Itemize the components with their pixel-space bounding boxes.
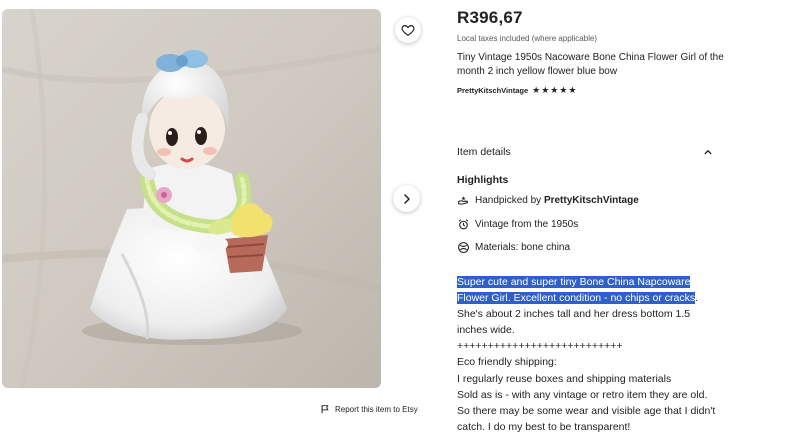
- shop-name-link[interactable]: PrettyKitschVintage: [457, 86, 528, 95]
- chevron-right-icon: [403, 193, 410, 204]
- chevron-up-icon: [704, 150, 712, 155]
- handpicked-hand-icon: [458, 196, 468, 205]
- description-line: I regularly reuse boxes and shipping mat…: [457, 372, 672, 385]
- description-line-tail: .: [695, 292, 699, 305]
- next-image-button[interactable]: [393, 185, 420, 212]
- handpicked-prefix: Handpicked by: [475, 195, 544, 206]
- listing-title: Tiny Vintage 1950s Nacoware Bone China F…: [457, 52, 724, 77]
- tax-note: Local taxes included (where applicable): [457, 34, 598, 43]
- description-line: inches wide.: [457, 324, 515, 337]
- item-description: Super cute and super tiny Bone China Nap…: [457, 274, 727, 435]
- handpicked-shop-link[interactable]: PrettyKitschVintage: [544, 195, 639, 206]
- highlights-heading: Highlights: [457, 174, 509, 186]
- materials-text: Materials: bone china: [475, 242, 571, 253]
- figurine-image: [2, 9, 381, 388]
- item-details-heading: Item details: [457, 146, 511, 158]
- description-line: So there may be some wear and visible ag…: [457, 404, 716, 417]
- vintage-text: Vintage from the 1950s: [475, 219, 579, 230]
- materials-icon: [458, 242, 469, 253]
- description-line: Sold as is - with any vintage or retro i…: [457, 388, 708, 401]
- highlight-handpicked: Handpicked by PrettyKitschVintage: [457, 194, 639, 207]
- description-line: Flower Girl. Excellent condition - no ch…: [457, 292, 696, 305]
- description-line: Eco friendly shipping:: [457, 356, 557, 369]
- heart-icon: [401, 25, 415, 36]
- item-details-toggle[interactable]: Item details: [457, 146, 713, 158]
- flag-icon: [321, 405, 329, 414]
- shop-rating: PrettyKitschVintage ★★★★★: [457, 85, 577, 96]
- description-line: catch. I do my best to be transparent!: [457, 420, 631, 433]
- report-item-link[interactable]: Report this item to Etsy: [320, 404, 418, 414]
- product-photo[interactable]: [2, 9, 381, 388]
- alarm-clock-icon: [458, 219, 469, 230]
- report-item-label: Report this item to Etsy: [335, 404, 418, 414]
- description-line: She's about 2 inches tall and her dress …: [457, 308, 691, 321]
- price: R396,67: [457, 8, 523, 27]
- rating-stars: ★★★★★: [532, 85, 578, 95]
- description-line: +++++++++++++++++++++++++++: [457, 340, 623, 353]
- highlight-vintage: Vintage from the 1950s: [457, 218, 578, 231]
- description-line: Super cute and super tiny Bone China Nap…: [457, 276, 691, 288]
- highlight-materials: Materials: bone china: [457, 241, 570, 254]
- favorite-button[interactable]: [395, 17, 421, 43]
